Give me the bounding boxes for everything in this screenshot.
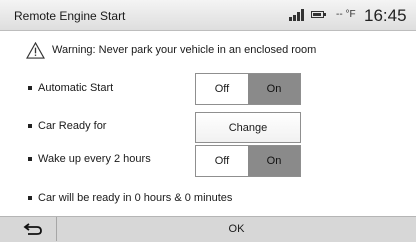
wake-up-on-button[interactable]: On [248, 146, 300, 176]
footer-bar: OK [0, 216, 416, 242]
clock: 16:45 [364, 6, 407, 25]
automatic-start-off-button[interactable]: Off [196, 74, 248, 104]
warning-text: Warning: Never park your vehicle in an e… [52, 44, 317, 56]
wake-up-off-button[interactable]: Off [196, 146, 248, 176]
status-text: Car will be ready in 0 hours & 0 minutes [28, 192, 232, 204]
wake-up-label: Wake up every 2 hours [28, 153, 151, 165]
temperature-readout: -- °F [336, 9, 356, 20]
header-bar: Remote Engine Start -- °F 16:45 [0, 0, 416, 31]
back-button[interactable] [10, 217, 57, 241]
automatic-start-toggle: Off On [195, 73, 301, 105]
battery-icon [311, 11, 326, 18]
wake-up-toggle: Off On [195, 145, 301, 177]
car-ready-for-label: Car Ready for [28, 120, 106, 132]
automatic-start-on-button[interactable]: On [248, 74, 300, 104]
warning-message: Warning: Never park your vehicle in an e… [26, 41, 316, 59]
page-title: Remote Engine Start [14, 9, 126, 23]
back-arrow-icon [23, 223, 42, 235]
automatic-start-label: Automatic Start [28, 82, 113, 94]
signal-icon [289, 9, 305, 21]
ok-button[interactable]: OK [57, 217, 416, 241]
change-button[interactable]: Change [195, 112, 301, 143]
warning-triangle-icon [26, 41, 45, 59]
